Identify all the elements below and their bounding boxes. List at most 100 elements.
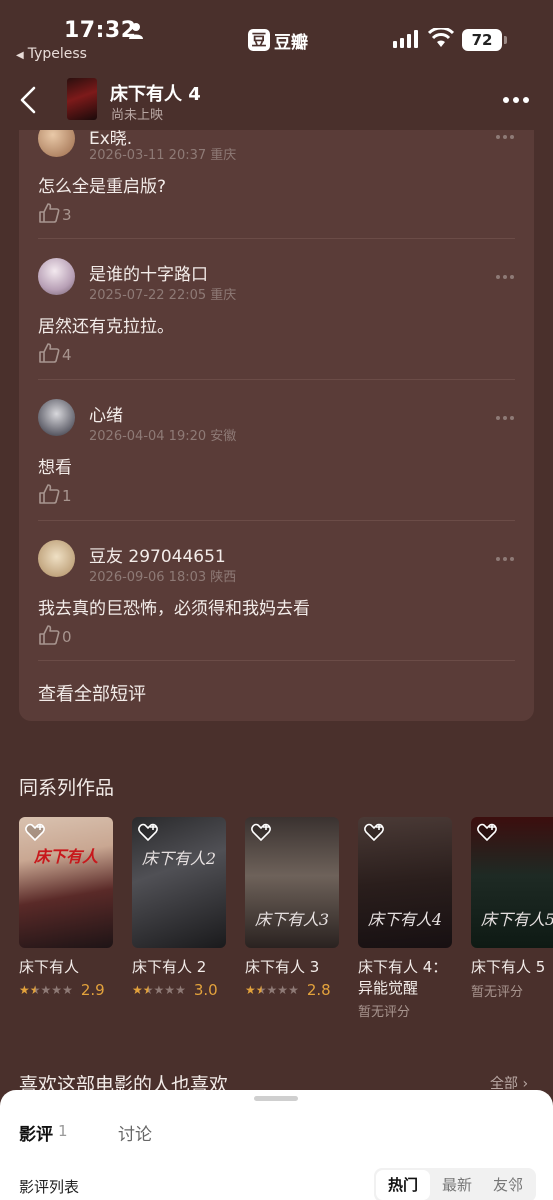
like-count: 0 [62,628,72,646]
series-poster[interactable]: 床下有人4 [358,817,452,948]
series-poster-title: 床下有人4 [367,910,443,929]
comment-username[interactable]: 是谁的十字路口 [89,260,208,285]
comment-text: 居然还有克拉拉。 [38,317,174,337]
sort-hot-button[interactable]: 热门 [376,1170,430,1200]
rating-star: ★ [19,983,30,997]
douban-app-name: 豆瓣 [274,32,308,53]
back-triangle-icon: ◀ [16,50,24,61]
tab-reviews[interactable]: 影评 [19,1120,53,1145]
sort-latest-button[interactable]: 最新 [432,1170,482,1200]
back-app-label: Typeless [27,46,87,62]
rating-star: ★ [153,983,165,997]
series-poster-title: 床下有人5 [480,910,553,929]
add-favorite-heart-icon[interactable] [138,823,158,841]
thumbs-up-icon [39,343,60,363]
rating-star: ★ [288,983,299,997]
avatar[interactable] [38,399,75,436]
douban-logo: 豆 豆瓣 [248,28,308,53]
series-rating: ★ ★ ★ ★ ★ 2.9 [19,981,105,999]
status-bar: 17:32 ◀ Typeless 豆 豆瓣 72 [0,0,553,66]
like-button[interactable]: 1 [38,483,72,505]
person-icon [129,23,143,39]
back-to-app-link[interactable]: ◀ Typeless [16,46,87,62]
thumbs-up-icon [39,484,60,504]
comment-date: 2026-04-04 19:20 安徽 [89,429,237,444]
more-options-icon[interactable] [495,274,515,280]
series-item-name: 床下有人 4：异能觉醒 [358,958,448,997]
series-rating: ★ ★ ★ ★ ★ 2.8 [245,981,331,999]
rating-score: 3.0 [193,981,218,999]
rating-star: ★ [29,983,41,997]
divider [38,238,515,239]
sort-segmented-control: 热门 最新 友邻 [374,1168,536,1200]
divider [38,379,515,380]
rating-score: 2.8 [306,981,331,999]
battery-tip [504,36,507,44]
series-item-name: 床下有人 2 [132,958,207,976]
series-poster[interactable]: 床下有人2 [132,817,226,948]
series-section-title: 同系列作品 [19,777,115,799]
reviews-bottom-sheet: 影评 1 讨论 影评列表 热门 最新 友邻 [0,1090,553,1200]
series-poster[interactable]: 床下有人 [19,817,113,948]
more-menu-icon[interactable] [502,96,530,104]
rating-star: ★ [132,983,143,997]
series-list: 床下有人 床下有人 ★ ★ ★ ★ ★ 2.9 床下有人2 床下有人 2 ★ ★ ★ ★ ★ 3… [19,817,553,1027]
comment-date: 2025-07-22 22:05 重庆 [89,288,237,303]
avatar[interactable] [38,258,75,295]
series-poster-title: 床下有人3 [254,910,330,929]
like-count: 3 [62,206,72,224]
like-button[interactable]: 0 [38,624,72,646]
cellular-signal-icon [393,30,418,48]
comment-text: 想看 [38,458,72,478]
rating-stars: ★ ★ ★ ★ ★ [245,984,299,996]
series-rating: ★ ★ ★ ★ ★ 3.0 [132,981,218,999]
comment-username[interactable]: 豆友 297044651 [89,542,226,567]
comment-text: 怎么全是重启版? [38,177,167,197]
comment-text: 我去真的巨恐怖，必须得和我妈去看 [38,599,310,619]
back-arrow-icon[interactable] [18,86,38,114]
add-favorite-heart-icon[interactable] [477,823,497,841]
comment-date: 2026-03-11 20:37 重庆 [89,148,237,163]
review-list-label: 影评列表 [19,1178,80,1196]
rating-stars: ★ ★ ★ ★ ★ [132,984,186,996]
comment-date: 2026-09-06 18:03 陕西 [89,570,237,585]
sort-friends-button[interactable]: 友邻 [482,1170,534,1200]
tab-reviews-count: 1 [58,1122,68,1140]
thumbs-up-icon [39,203,60,223]
comment-username[interactable]: 心绪 [89,401,123,426]
page-title: 床下有人 4 [110,84,201,105]
avatar[interactable] [38,540,75,577]
more-options-icon[interactable] [495,556,515,562]
wifi-icon [428,28,454,47]
like-count: 1 [62,487,72,505]
like-button[interactable]: 3 [38,202,72,224]
rating-star: ★ [142,983,154,997]
rating-star: ★ [266,983,278,997]
like-button[interactable]: 4 [38,342,72,364]
rating-star: ★ [175,983,186,997]
no-rating-label: 暂无评分 [471,985,524,1000]
rating-score: 2.9 [80,981,105,999]
series-item-name: 床下有人 5 [471,958,546,976]
rating-star: ★ [51,983,63,997]
movie-poster-thumbnail [67,78,97,120]
douban-logo-icon: 豆 [248,29,270,51]
divider [38,660,515,661]
more-options-icon[interactable] [495,134,515,140]
movie-detail-page: 17:32 ◀ Typeless 豆 豆瓣 72 Ex晓. 2026-03-11… [0,0,553,1200]
add-favorite-heart-icon[interactable] [251,823,271,841]
more-options-icon[interactable] [495,415,515,421]
divider [38,520,515,521]
add-favorite-heart-icon[interactable] [25,823,45,841]
rating-star: ★ [40,983,52,997]
battery-indicator: 72 [462,29,502,51]
tab-discussion[interactable]: 讨论 [118,1120,152,1145]
series-poster[interactable]: 床下有人3 [245,817,339,948]
rating-star: ★ [245,983,256,997]
view-all-comments-link[interactable]: 查看全部短评 [38,680,146,706]
add-favorite-heart-icon[interactable] [364,823,384,841]
series-poster-title: 床下有人2 [141,849,217,868]
sheet-grabber-handle[interactable] [254,1096,298,1101]
short-comments-card: Ex晓. 2026-03-11 20:37 重庆 怎么全是重启版? 3 是谁的十… [19,110,534,721]
series-poster[interactable]: 床下有人5 [471,817,553,948]
